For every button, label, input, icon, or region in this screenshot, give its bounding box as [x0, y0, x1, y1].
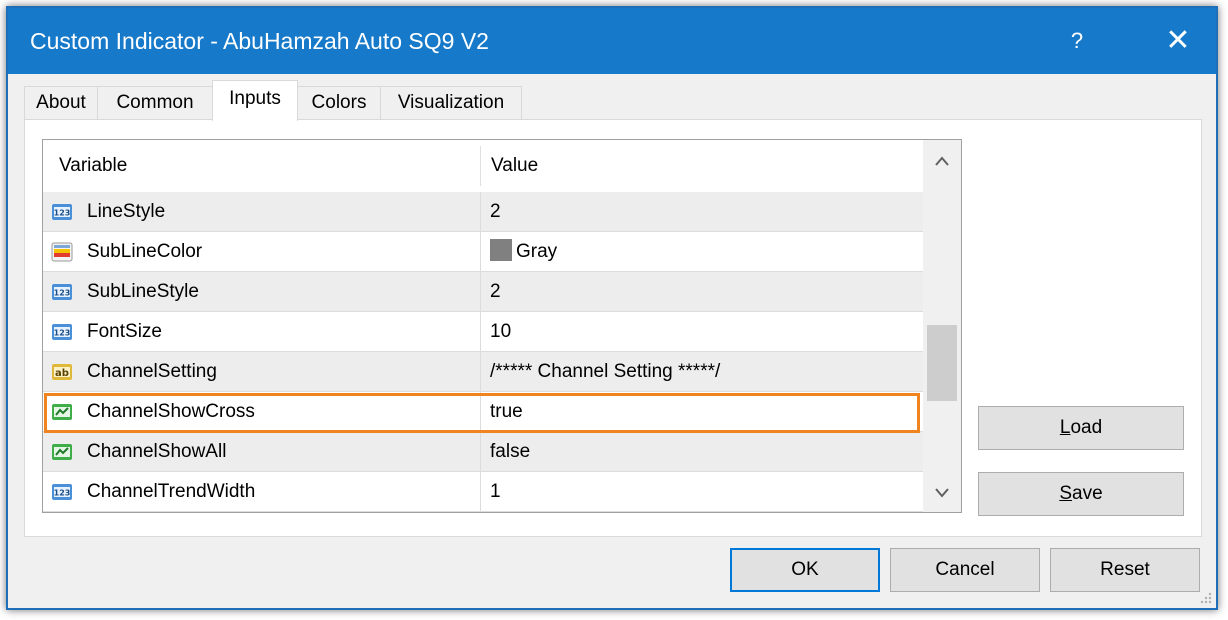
variable-value[interactable]: true — [490, 392, 523, 432]
number-icon: 123 — [52, 204, 72, 220]
variable-name: FontSize — [87, 321, 162, 342]
variable-value[interactable]: /***** Channel Setting *****/ — [490, 352, 720, 392]
load-button[interactable]: Load — [978, 406, 1184, 450]
svg-text:123: 123 — [54, 489, 71, 498]
variable-name: LineStyle — [87, 201, 166, 222]
chevron-up-icon — [935, 156, 949, 166]
variable-value[interactable]: 10 — [490, 312, 511, 352]
inputs-grid[interactable]: Variable Value 123 LineStyle 2 SubLineCo… — [42, 139, 962, 513]
svg-text:123: 123 — [54, 289, 71, 298]
grid-header: Variable Value — [43, 140, 923, 192]
load-mnemonic: L — [1059, 417, 1071, 438]
tab-visualization[interactable]: Visualization — [380, 86, 522, 120]
column-divider — [480, 192, 481, 232]
chevron-down-icon — [935, 488, 949, 498]
variable-name: ChannelTrendWidth — [87, 481, 256, 502]
table-row[interactable]: ChannelShowCross true — [43, 392, 923, 432]
column-divider — [480, 352, 481, 392]
close-button[interactable]: ✕ — [1148, 16, 1208, 66]
variable-value[interactable]: Gray — [490, 232, 557, 272]
column-divider — [480, 392, 481, 432]
number-icon: 123 — [52, 284, 72, 300]
table-row[interactable]: ChannelShowAll false — [43, 432, 923, 472]
table-row[interactable]: 123 ChannelTrendWidth 1 — [43, 472, 923, 512]
save-mnemonic: S — [1059, 483, 1073, 504]
scroll-down-button[interactable] — [923, 472, 961, 512]
scrollbar-thumb[interactable] — [927, 325, 957, 401]
reset-button[interactable]: Reset — [1050, 548, 1200, 592]
color-icon — [51, 242, 73, 262]
number-icon: 123 — [52, 324, 72, 340]
column-divider — [480, 272, 481, 312]
help-button[interactable]: ? — [1053, 18, 1101, 64]
tab-common[interactable]: Common — [97, 86, 213, 120]
cancel-button[interactable]: Cancel — [890, 548, 1040, 592]
title-bar[interactable]: Custom Indicator - AbuHamzah Auto SQ9 V2… — [8, 8, 1216, 74]
tab-strip: About Common Inputs Colors Visualization — [24, 80, 724, 121]
column-divider — [480, 312, 481, 352]
column-divider — [480, 232, 481, 272]
color-swatch — [490, 238, 512, 261]
boolean-icon — [52, 404, 72, 420]
save-label-rest: ave — [1072, 483, 1103, 504]
table-row[interactable]: 123 SubLineStyle 2 — [43, 272, 923, 312]
svg-text:ab: ab — [55, 368, 69, 379]
ok-button[interactable]: OK — [730, 548, 880, 592]
variable-name: ChannelShowCross — [87, 401, 255, 422]
table-row[interactable]: SubLineColor Gray — [43, 232, 923, 272]
number-icon: 123 — [52, 484, 72, 500]
variable-name: SubLineColor — [87, 241, 203, 262]
window-title: Custom Indicator - AbuHamzah Auto SQ9 V2 — [30, 28, 489, 54]
svg-text:123: 123 — [54, 329, 71, 338]
boolean-icon — [52, 444, 72, 460]
tab-inputs[interactable]: Inputs — [212, 80, 298, 121]
variable-value[interactable]: 2 — [490, 192, 501, 232]
save-button[interactable]: Save — [978, 472, 1184, 516]
variable-value[interactable]: 1 — [490, 472, 501, 512]
variable-value[interactable]: 2 — [490, 272, 501, 312]
scroll-up-button[interactable] — [923, 140, 961, 180]
load-label-rest: oad — [1070, 417, 1103, 438]
color-value-text: Gray — [516, 241, 558, 262]
table-row[interactable]: 123 FontSize 10 — [43, 312, 923, 352]
table-row[interactable]: ab ChannelSetting /***** Channel Setting… — [43, 352, 923, 392]
vertical-scrollbar[interactable] — [923, 140, 961, 512]
variable-name: SubLineStyle — [87, 281, 199, 302]
column-divider — [480, 432, 481, 472]
table-row[interactable]: 123 LineStyle 2 — [43, 192, 923, 232]
variable-value[interactable]: false — [490, 432, 530, 472]
tab-colors[interactable]: Colors — [297, 86, 381, 120]
string-icon: ab — [52, 364, 72, 380]
variable-name: ChannelSetting — [87, 361, 217, 382]
column-divider — [480, 472, 481, 512]
tab-about[interactable]: About — [24, 86, 98, 120]
column-header-variable[interactable]: Variable — [43, 140, 127, 192]
resize-grip-icon[interactable] — [1198, 590, 1212, 604]
svg-text:123: 123 — [54, 209, 71, 218]
column-header-value[interactable]: Value — [481, 140, 538, 192]
variable-name: ChannelShowAll — [87, 441, 227, 462]
close-icon: ✕ — [1165, 24, 1191, 57]
